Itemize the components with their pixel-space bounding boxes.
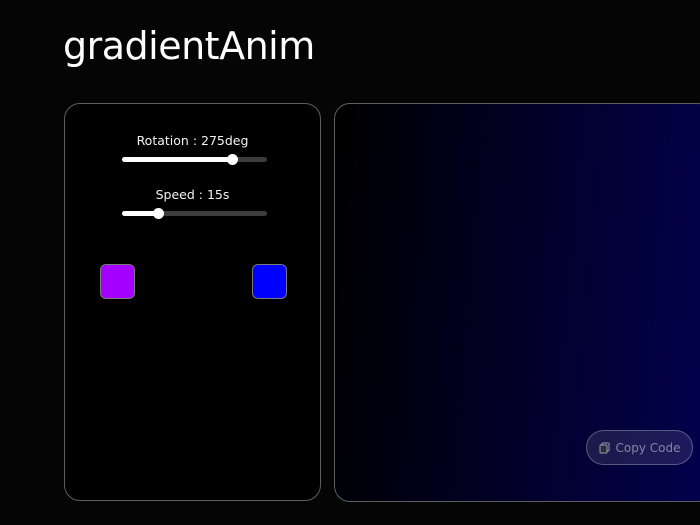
rotation-label: Rotation : 275deg bbox=[136, 133, 249, 148]
end-color-swatch[interactable] bbox=[252, 264, 287, 299]
copy-icon bbox=[598, 441, 610, 454]
copy-code-label: Copy Code bbox=[615, 440, 681, 455]
speed-label: Speed : 15s bbox=[155, 187, 230, 202]
page: gradientAnim Rotation : 275deg Speed : 1… bbox=[0, 0, 700, 525]
rotation-slider-fill bbox=[122, 157, 233, 162]
gradient-preview: Copy Code bbox=[334, 103, 700, 502]
start-color-swatch[interactable] bbox=[100, 264, 135, 299]
controls-panel: Rotation : 275deg Speed : 15s bbox=[64, 103, 321, 501]
copy-code-button[interactable]: Copy Code bbox=[586, 430, 693, 465]
rotation-slider[interactable] bbox=[122, 154, 267, 165]
speed-slider-thumb[interactable] bbox=[152, 208, 164, 219]
rotation-slider-thumb[interactable] bbox=[227, 154, 239, 165]
speed-slider[interactable] bbox=[122, 208, 267, 219]
app-title: gradientAnim bbox=[63, 24, 315, 68]
